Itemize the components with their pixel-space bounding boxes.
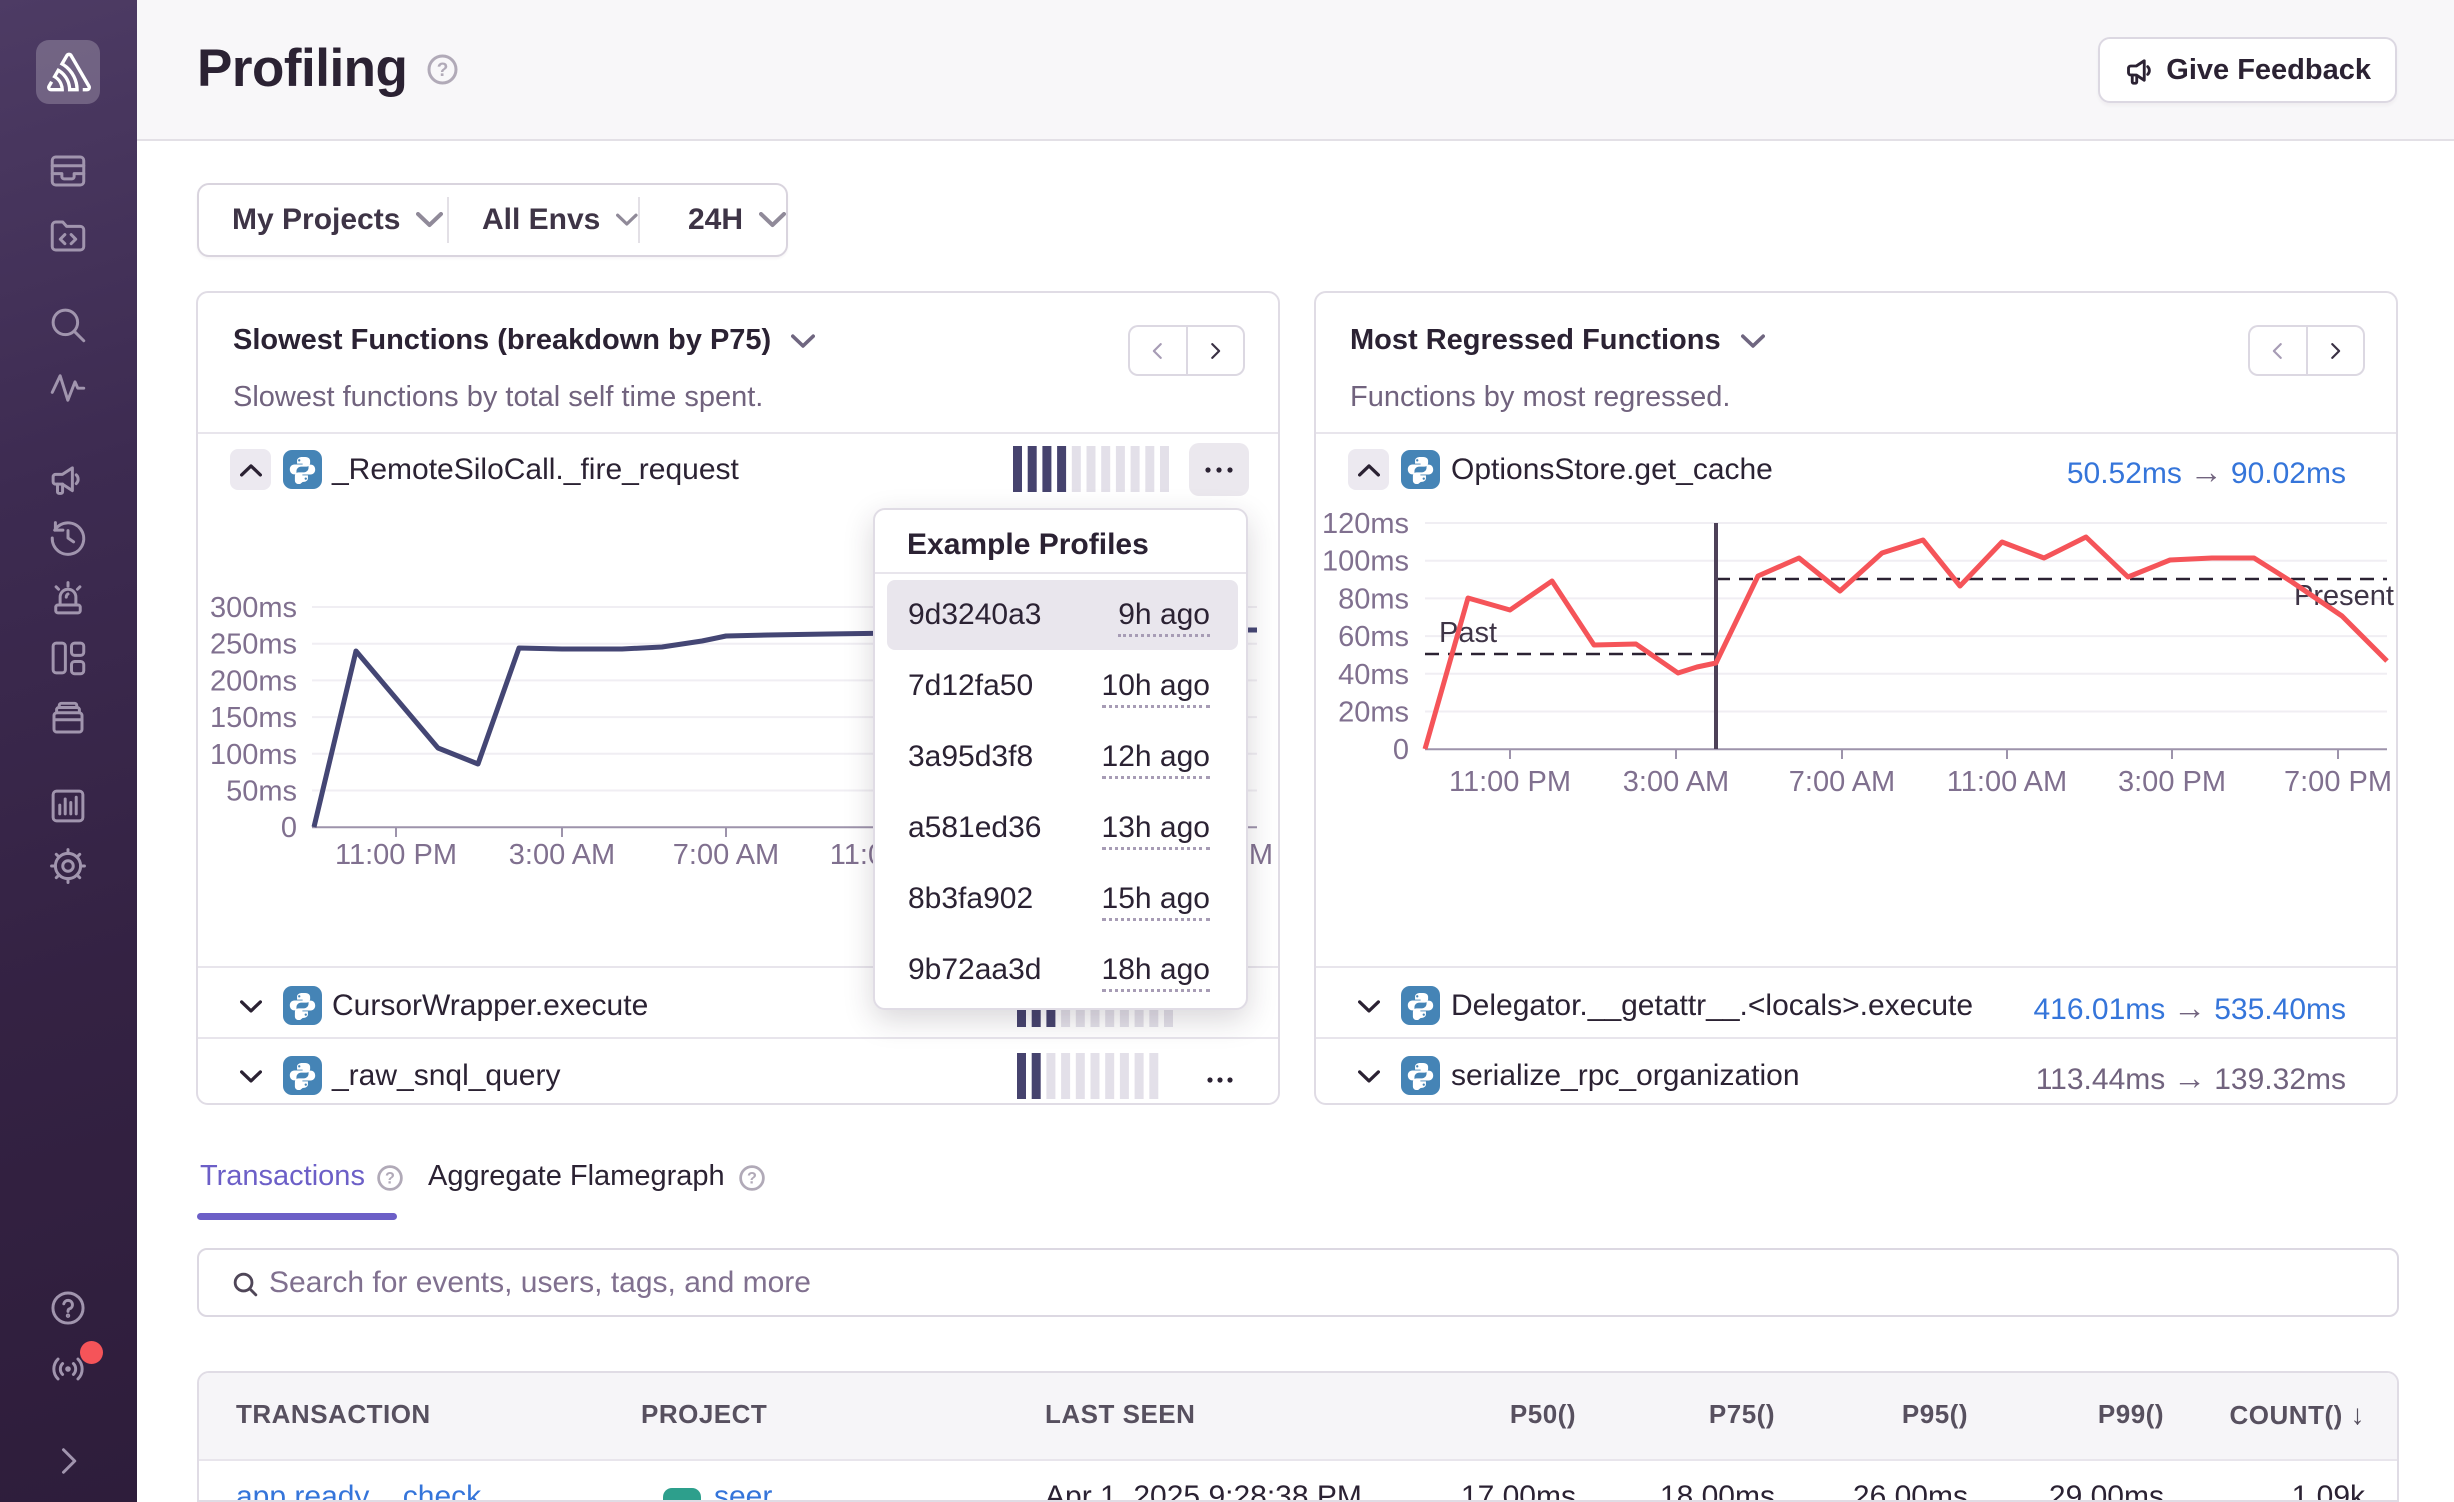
svg-text:11:00 PM: 11:00 PM [1449, 766, 1571, 797]
svg-text:Past: Past [1439, 617, 1497, 649]
svg-text:0: 0 [1393, 734, 1409, 766]
svg-text:40ms: 40ms [1338, 659, 1409, 691]
svg-text:11:00 AM: 11:00 AM [1947, 766, 2067, 797]
svg-text:250ms: 250ms [210, 629, 297, 661]
svg-text:?: ? [437, 60, 449, 81]
svg-text:7:00 PM: 7:00 PM [2284, 766, 2392, 797]
svg-text:60ms: 60ms [1338, 621, 1409, 653]
svg-text:11:00 PM: 11:00 PM [335, 839, 457, 871]
svg-text:100ms: 100ms [1322, 546, 1409, 578]
svg-text:20ms: 20ms [1338, 697, 1409, 729]
svg-text:80ms: 80ms [1338, 583, 1409, 615]
svg-text:50ms: 50ms [226, 776, 297, 808]
svg-text:120ms: 120ms [1322, 508, 1409, 540]
svg-text:0: 0 [281, 812, 297, 844]
svg-text:150ms: 150ms [210, 702, 297, 734]
svg-text:3:00 AM: 3:00 AM [1623, 766, 1729, 797]
svg-text:7:00 AM: 7:00 AM [673, 839, 779, 871]
svg-text:?: ? [385, 1170, 395, 1188]
svg-text:300ms: 300ms [210, 592, 297, 624]
svg-text:?: ? [747, 1170, 757, 1188]
svg-text:3:00 PM: 3:00 PM [2118, 766, 2226, 797]
svg-text:7:00 AM: 7:00 AM [1789, 766, 1895, 797]
svg-text:100ms: 100ms [210, 739, 297, 771]
svg-text:200ms: 200ms [210, 665, 297, 697]
svg-text:3:00 AM: 3:00 AM [509, 839, 615, 871]
